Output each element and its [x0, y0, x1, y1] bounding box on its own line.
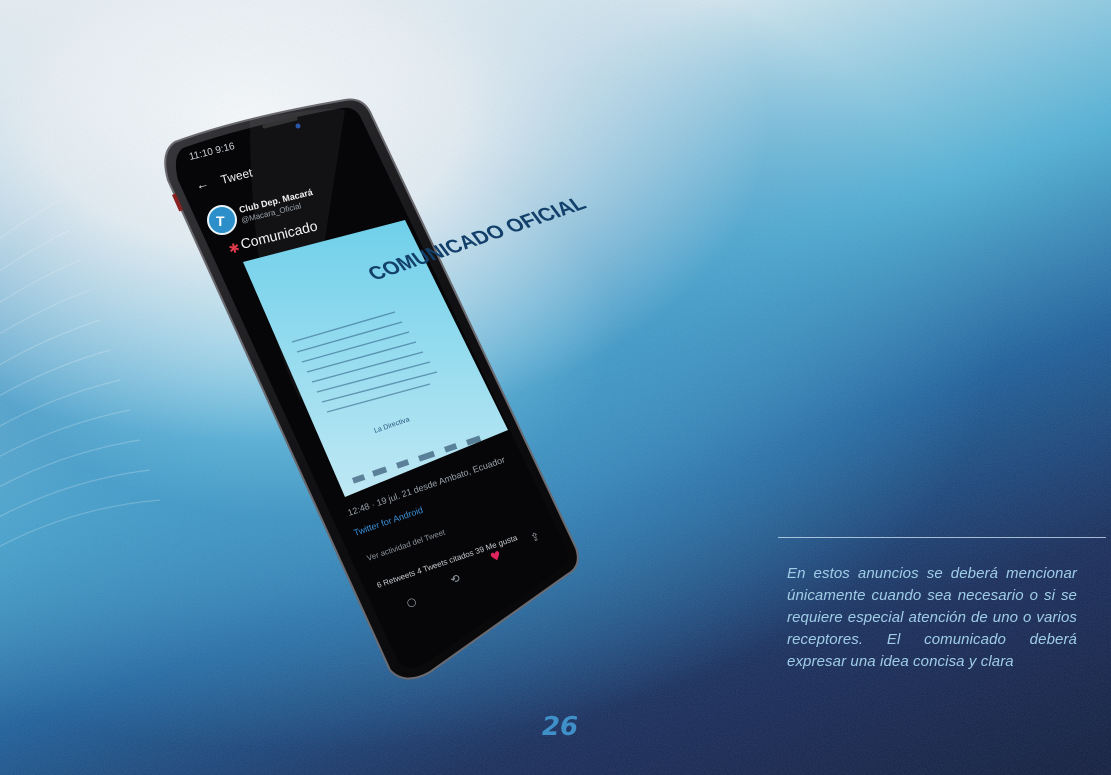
avatar-letter: T — [216, 213, 225, 229]
caption-divider — [778, 537, 1106, 538]
caption-text: En estos anuncios se deberá mencionar ún… — [787, 565, 1077, 670]
document-page: 11:10 9:16 ← Tweet T Club Dep. Macará @M… — [0, 0, 1111, 775]
page-number: 26 — [541, 712, 579, 742]
